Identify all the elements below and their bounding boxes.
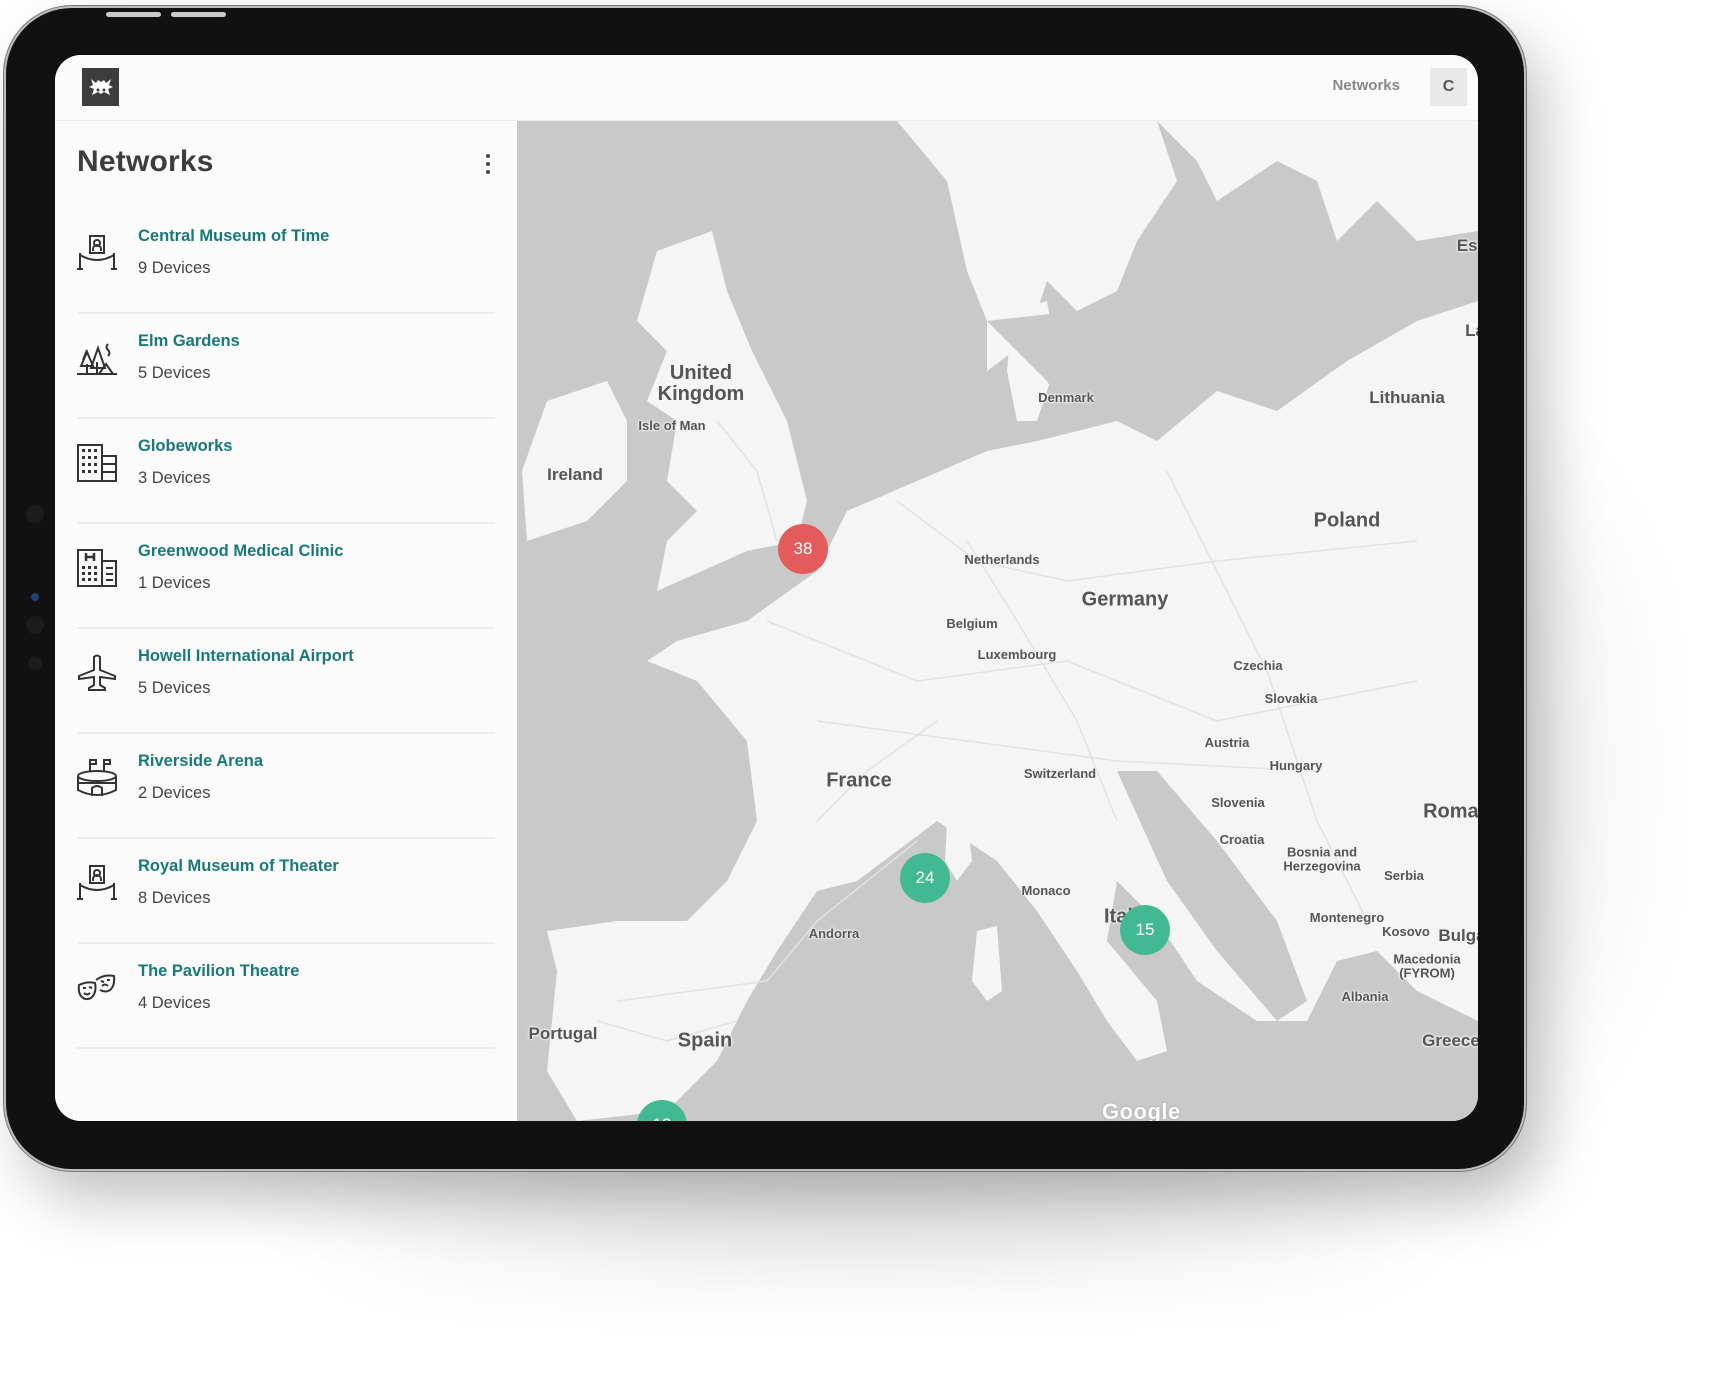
- museum-icon: [77, 863, 117, 903]
- camera-icon: [31, 593, 39, 601]
- network-name[interactable]: Greenwood Medical Clinic: [138, 542, 343, 561]
- map-label: Andorra: [808, 926, 860, 942]
- user-avatar-button[interactable]: C: [1430, 68, 1467, 106]
- network-list-item[interactable]: Greenwood Medical Clinic 1 Devices: [77, 524, 495, 629]
- map-label: Kosovo: [1382, 924, 1430, 940]
- map-label: Slovenia: [1211, 795, 1265, 811]
- map-label: Monaco: [1021, 883, 1071, 899]
- theater-masks-icon: [77, 968, 117, 1008]
- nav-networks-link[interactable]: Networks: [1332, 77, 1400, 94]
- network-name[interactable]: Central Museum of Time: [138, 227, 329, 246]
- map-label: Netherlands: [964, 552, 1040, 568]
- app-screen: Networks C Networks Central Museum of Ti…: [55, 55, 1478, 1121]
- device-count: 5 Devices: [138, 364, 211, 382]
- map-label: Luxembourg: [977, 647, 1057, 663]
- device-count: 3 Devices: [138, 469, 211, 487]
- cluster-marker-alert[interactable]: 38: [778, 524, 828, 574]
- map-label: Bosnia and Herzegovina: [1283, 844, 1361, 873]
- map-label-uk: United Kingdom: [657, 362, 745, 405]
- map-label: Est: [1456, 236, 1478, 256]
- google-attribution: Google: [1102, 1099, 1181, 1121]
- map-label: Macedonia (FYROM): [1393, 951, 1461, 980]
- networks-sidebar: Networks Central Museum of Time 9 Device…: [55, 121, 517, 1121]
- map-label: Czechia: [1233, 658, 1283, 674]
- network-list-item[interactable]: Howell International Airport 5 Devices: [77, 629, 495, 734]
- office-building-icon: [77, 443, 117, 483]
- airplane-icon: [77, 653, 117, 693]
- map-label: Bulga: [1438, 926, 1478, 946]
- map-label: Spain: [677, 1029, 733, 1052]
- network-name[interactable]: Globeworks: [138, 437, 232, 456]
- network-list-item[interactable]: Globeworks 3 Devices: [77, 419, 495, 524]
- cluster-marker[interactable]: 24: [900, 853, 950, 903]
- network-list-item[interactable]: Central Museum of Time 9 Devices: [77, 209, 495, 314]
- map-label: Greece: [1422, 1031, 1478, 1051]
- sensor-icon: [26, 505, 44, 523]
- map-view[interactable]: United Kingdom Isle of Man Ireland Denmar…: [517, 121, 1478, 1121]
- map-label: La: [1465, 321, 1478, 341]
- map-label: Switzerland: [1023, 766, 1097, 782]
- hospital-icon: [77, 548, 117, 588]
- sensor-icon: [26, 616, 44, 634]
- map-label: Hungary: [1269, 758, 1323, 774]
- map-label: Croatia: [1219, 832, 1265, 848]
- sensor-icon: [28, 656, 42, 670]
- device-count: 2 Devices: [138, 784, 211, 802]
- top-bar: Networks C: [55, 55, 1478, 121]
- device-count: 5 Devices: [138, 679, 211, 697]
- map-label: Belgium: [946, 616, 998, 632]
- map-label: Slovakia: [1264, 691, 1318, 707]
- map-label: Ireland: [547, 465, 603, 485]
- map-label: Lithuania: [1369, 388, 1445, 408]
- device-count: 9 Devices: [138, 259, 211, 277]
- device-count: 1 Devices: [138, 574, 211, 592]
- network-list-item[interactable]: Riverside Arena 2 Devices: [77, 734, 495, 839]
- cluster-marker[interactable]: 15: [1120, 905, 1170, 955]
- kebab-menu-icon[interactable]: [482, 150, 494, 178]
- map-label: France: [826, 769, 892, 792]
- stadium-icon: [77, 758, 117, 798]
- map-label: Austria: [1204, 735, 1250, 751]
- map-label: Serbia: [1384, 868, 1424, 884]
- network-list: Central Museum of Time 9 Devices Elm Gar…: [77, 209, 495, 1049]
- map-label: Poland: [1313, 509, 1381, 532]
- network-list-item[interactable]: Elm Gardens 5 Devices: [77, 314, 495, 419]
- map-label: Isle of Man: [638, 418, 706, 434]
- page-title: Networks: [77, 145, 214, 178]
- network-name[interactable]: Elm Gardens: [138, 332, 240, 351]
- network-name[interactable]: Riverside Arena: [138, 752, 263, 771]
- device-count: 8 Devices: [138, 889, 211, 907]
- museum-icon: [77, 233, 117, 273]
- map-label: Albania: [1341, 989, 1389, 1005]
- device-count: 4 Devices: [138, 994, 211, 1012]
- network-name[interactable]: Royal Museum of Theater: [138, 857, 339, 876]
- map-label: Roman: [1423, 800, 1478, 823]
- map-label: Germany: [1081, 588, 1169, 611]
- map-label: Portugal: [528, 1024, 598, 1044]
- network-name[interactable]: Howell International Airport: [138, 647, 354, 666]
- map-label: Montenegro: [1309, 910, 1385, 926]
- network-name[interactable]: The Pavilion Theatre: [138, 962, 299, 981]
- network-list-item[interactable]: The Pavilion Theatre 4 Devices: [77, 944, 495, 1049]
- map-label: Denmark: [1038, 390, 1094, 406]
- network-list-item[interactable]: Royal Museum of Theater 8 Devices: [77, 839, 495, 944]
- bug-logo-icon[interactable]: [82, 68, 119, 106]
- park-icon: [77, 338, 117, 378]
- volume-button: [106, 12, 161, 17]
- volume-button: [171, 12, 226, 17]
